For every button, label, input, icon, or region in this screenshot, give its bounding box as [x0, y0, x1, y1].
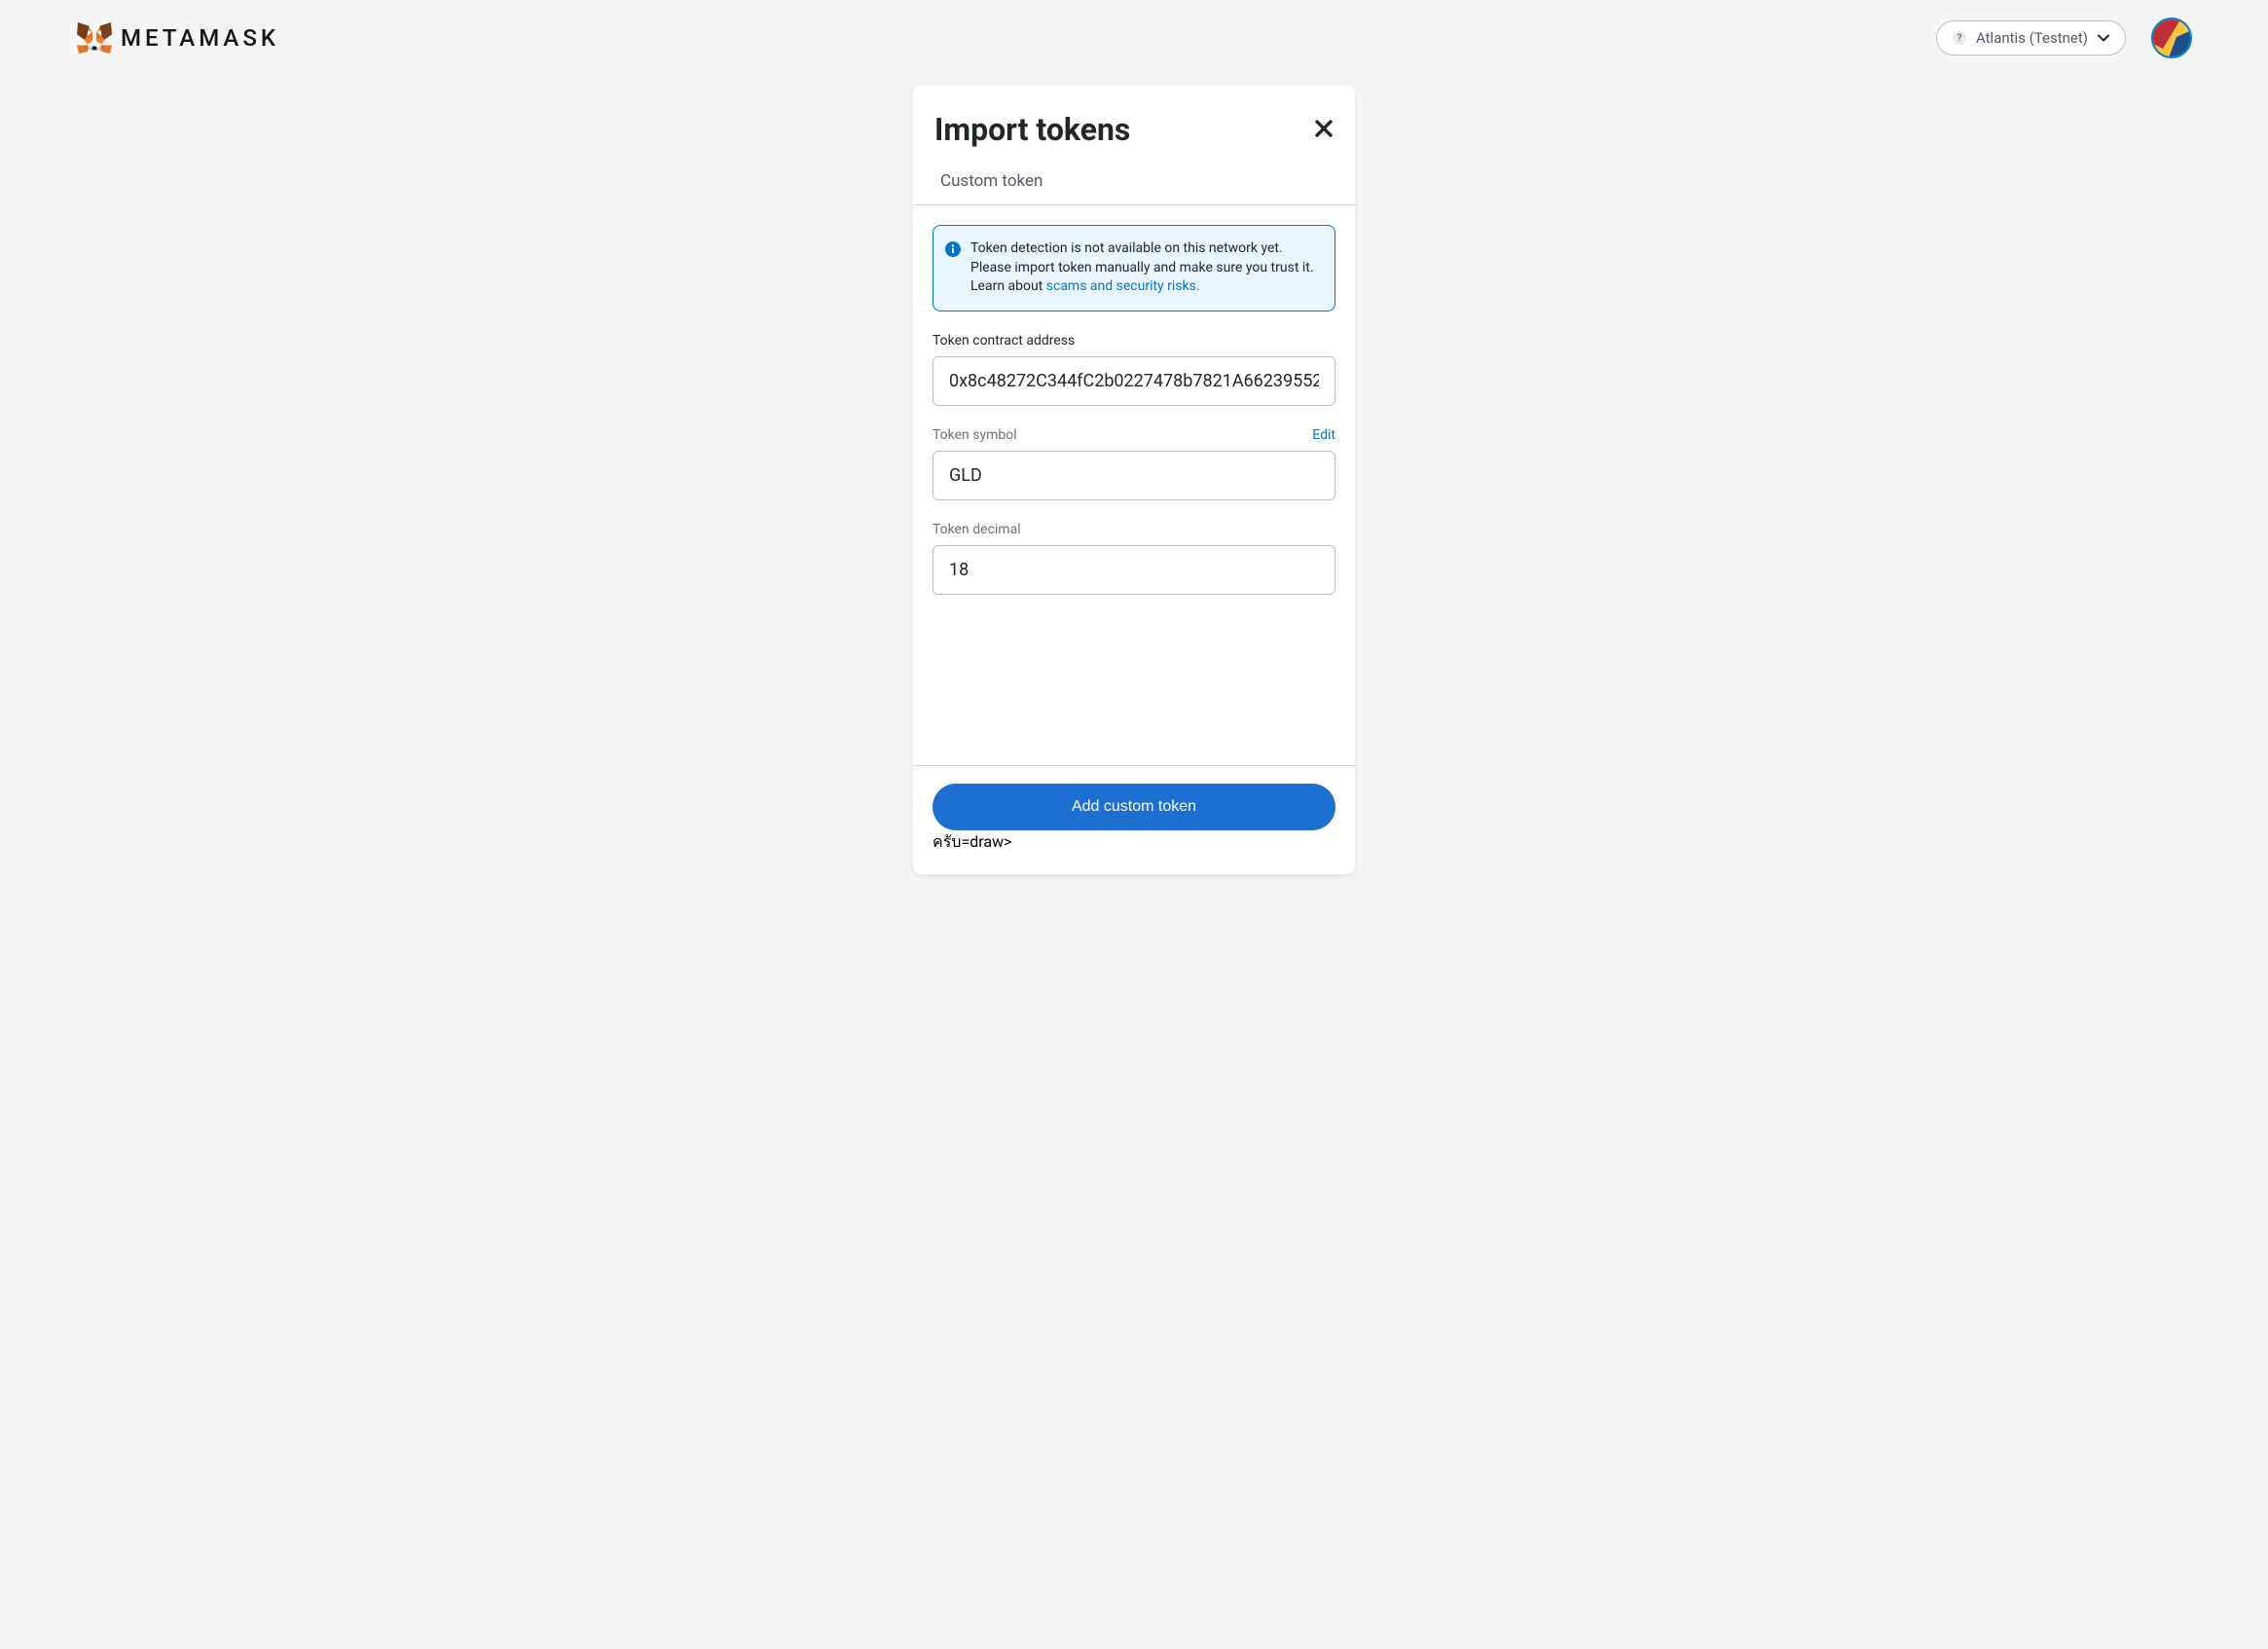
logo: METAMASK	[76, 21, 279, 55]
banner-learn-prefix: Learn about	[970, 278, 1046, 294]
close-button[interactable]	[1314, 116, 1334, 143]
decimal-input[interactable]	[933, 545, 1335, 595]
tab-bar: Custom token	[913, 158, 1355, 205]
network-selector[interactable]: ? Atlantis (Testnet)	[1936, 20, 2126, 55]
modal-title: Import tokens	[934, 111, 1130, 148]
info-banner: Token detection is not available on this…	[933, 225, 1335, 311]
tab-custom-token[interactable]: Custom token	[913, 158, 1355, 204]
modal-footer: Add custom tokenครับ=draw>	[913, 765, 1355, 874]
network-status-icon: ?	[1953, 31, 1966, 45]
app-header: METAMASK ? Atlantis (Testnet)	[0, 0, 2268, 76]
banner-text: Token detection is not available on this…	[970, 239, 1314, 297]
metamask-fox-icon	[76, 21, 113, 55]
banner-link[interactable]: scams and security risks.	[1046, 278, 1200, 294]
symbol-input[interactable]	[933, 451, 1335, 500]
field-token-symbol: Token symbol Edit	[933, 427, 1335, 500]
field-token-decimal: Token decimal	[933, 522, 1335, 595]
symbol-label: Token symbol	[933, 427, 1017, 443]
account-avatar[interactable]	[2151, 18, 2192, 58]
modal-body: Token detection is not available on this…	[913, 205, 1355, 765]
field-token-address: Token contract address	[933, 333, 1335, 406]
logo-text: METAMASK	[121, 24, 279, 52]
header-right: ? Atlantis (Testnet)	[1936, 18, 2192, 58]
banner-line1: Token detection is not available on this…	[970, 240, 1283, 256]
banner-line2: Please import token manually and make su…	[970, 260, 1314, 275]
symbol-edit-link[interactable]: Edit	[1312, 427, 1335, 443]
modal-header: Import tokens	[913, 86, 1355, 158]
close-icon	[1314, 119, 1334, 138]
network-label: Atlantis (Testnet)	[1976, 29, 2088, 47]
chevron-down-icon	[2098, 32, 2109, 44]
add-custom-token-button[interactable]: Add custom token	[933, 784, 1335, 830]
address-input[interactable]	[933, 356, 1335, 406]
decimal-label: Token decimal	[933, 522, 1021, 537]
import-tokens-modal: Import tokens Custom token Token detecti…	[913, 86, 1355, 874]
address-label: Token contract address	[933, 333, 1075, 348]
info-icon	[945, 241, 961, 257]
